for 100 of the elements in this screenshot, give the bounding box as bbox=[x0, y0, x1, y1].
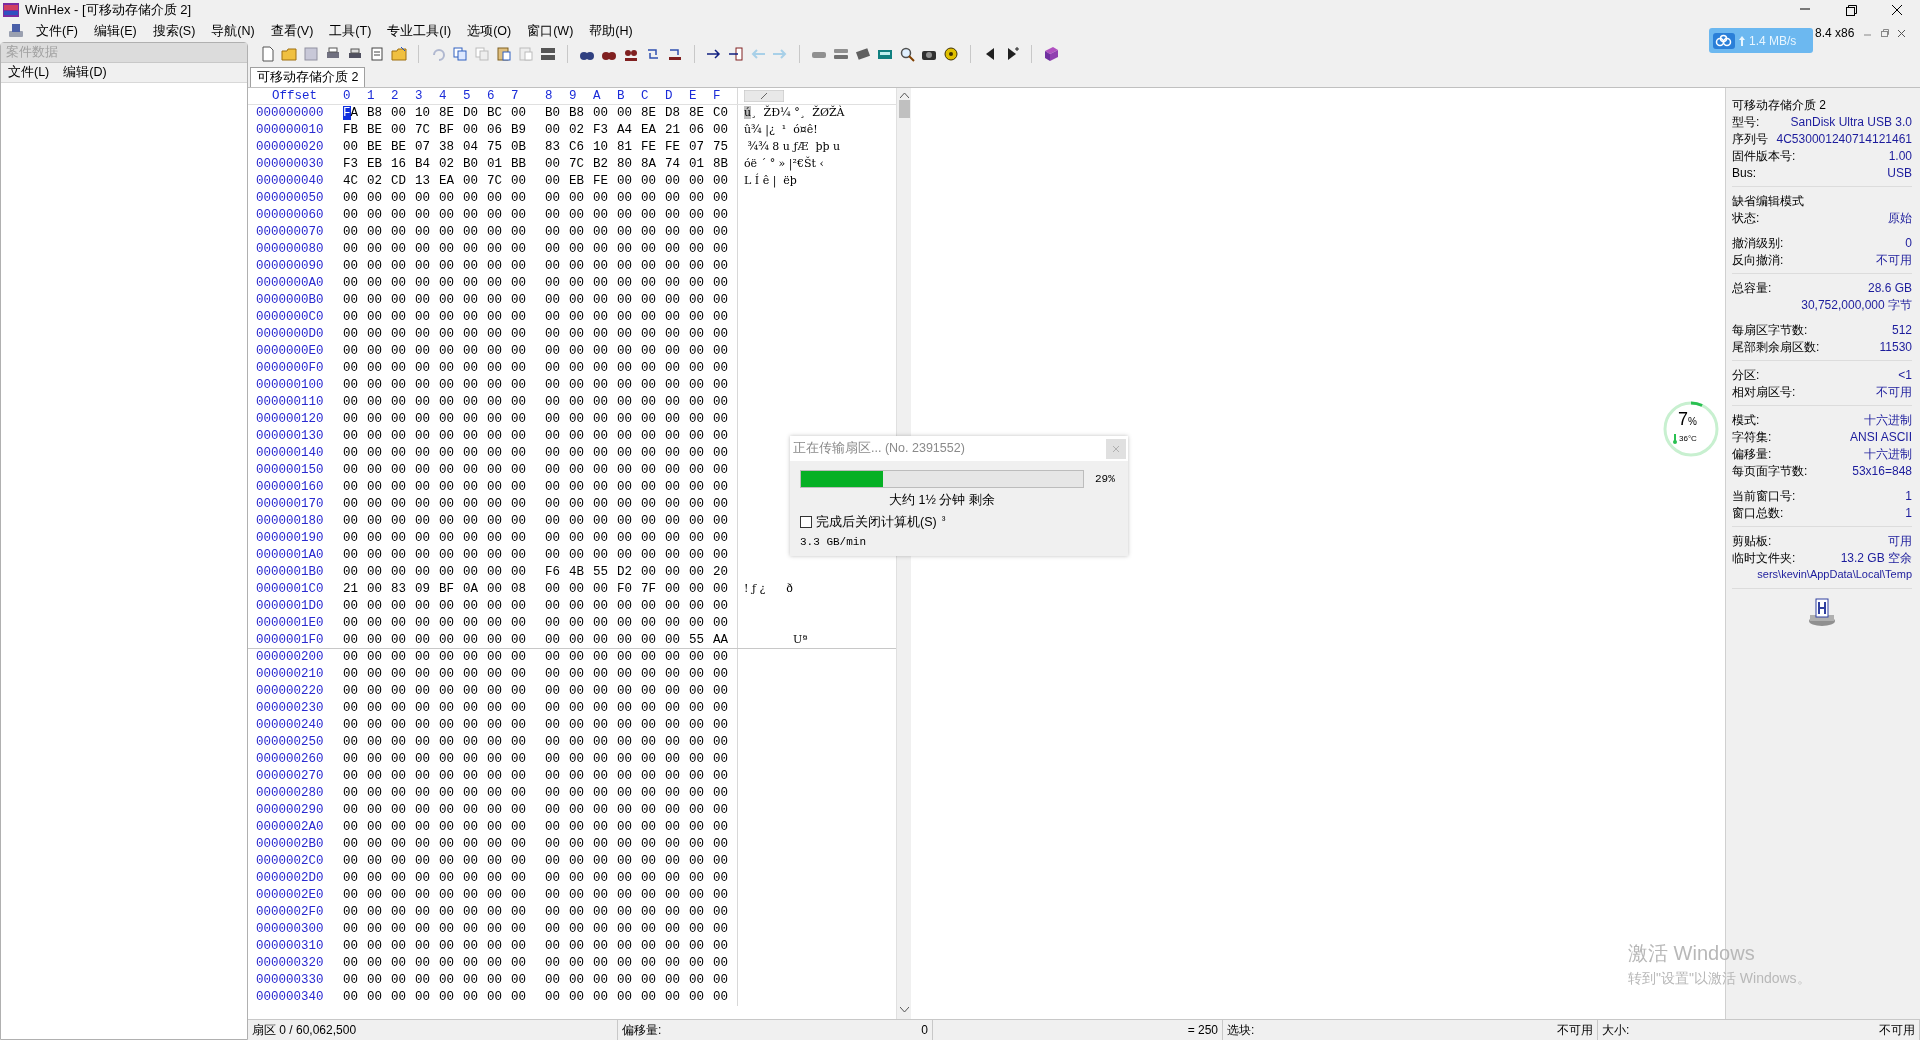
hex-byte[interactable]: 00 bbox=[569, 359, 593, 378]
hex-byte[interactable]: 00 bbox=[463, 886, 487, 905]
hex-byte[interactable]: 00 bbox=[367, 461, 391, 480]
hex-byte[interactable]: 00 bbox=[665, 359, 689, 378]
hex-byte[interactable]: 00 bbox=[439, 291, 463, 310]
hex-byte[interactable]: FE bbox=[641, 138, 665, 157]
hex-byte[interactable]: 00 bbox=[641, 529, 665, 548]
hex-byte[interactable]: 00 bbox=[593, 274, 617, 293]
hex-byte[interactable]: 00 bbox=[545, 801, 569, 820]
hex-byte[interactable]: 00 bbox=[343, 886, 367, 905]
hex-byte[interactable]: 00 bbox=[545, 614, 569, 633]
hex-byte[interactable]: 00 bbox=[545, 835, 569, 854]
hex-byte[interactable]: 00 bbox=[439, 869, 463, 888]
hex-byte[interactable]: 00 bbox=[439, 461, 463, 480]
hex-byte[interactable]: 00 bbox=[367, 954, 391, 973]
hex-byte[interactable]: 00 bbox=[665, 971, 689, 990]
hex-byte[interactable]: 00 bbox=[545, 189, 569, 208]
hex-byte[interactable]: 80 bbox=[617, 155, 641, 174]
hex-byte[interactable]: 00 bbox=[665, 240, 689, 259]
hex-byte[interactable]: 00 bbox=[511, 512, 535, 531]
hex-byte[interactable]: 00 bbox=[415, 325, 439, 344]
hex-byte[interactable]: 00 bbox=[569, 852, 593, 871]
hex-byte[interactable]: 00 bbox=[391, 937, 415, 956]
hex-byte[interactable]: 00 bbox=[617, 291, 641, 310]
hex-byte[interactable]: 00 bbox=[439, 733, 463, 752]
hex-byte[interactable]: 00 bbox=[569, 750, 593, 769]
hex-byte[interactable]: 00 bbox=[617, 699, 641, 718]
hex-byte[interactable]: 00 bbox=[689, 546, 713, 565]
hex-byte[interactable]: 00 bbox=[439, 767, 463, 786]
hex-byte[interactable]: 00 bbox=[463, 937, 487, 956]
hex-byte[interactable]: 00 bbox=[511, 274, 535, 293]
hex-byte[interactable]: 00 bbox=[617, 818, 641, 837]
hex-byte[interactable]: 00 bbox=[593, 546, 617, 565]
hex-byte[interactable]: 00 bbox=[463, 903, 487, 922]
hex-byte[interactable]: 00 bbox=[463, 206, 487, 225]
hex-byte[interactable]: 00 bbox=[511, 630, 535, 650]
hex-byte[interactable]: 00 bbox=[487, 359, 511, 378]
hex-byte[interactable]: 00 bbox=[689, 240, 713, 259]
hex-byte[interactable]: 00 bbox=[713, 852, 737, 871]
hex-byte[interactable]: 00 bbox=[593, 580, 617, 599]
hex-byte[interactable]: 00 bbox=[593, 630, 617, 650]
hex-byte[interactable]: 00 bbox=[391, 988, 415, 1007]
hex-byte[interactable]: 00 bbox=[343, 852, 367, 871]
hex-byte[interactable]: 00 bbox=[713, 410, 737, 429]
hex-byte[interactable]: 00 bbox=[415, 291, 439, 310]
hex-byte[interactable]: 00 bbox=[617, 614, 641, 633]
hex-byte[interactable]: 00 bbox=[713, 291, 737, 310]
hex-byte[interactable]: 00 bbox=[641, 733, 665, 752]
hex-byte[interactable]: 00 bbox=[367, 478, 391, 497]
hex-byte[interactable]: 00 bbox=[511, 427, 535, 446]
hex-byte[interactable]: 00 bbox=[391, 767, 415, 786]
hex-byte[interactable]: 00 bbox=[641, 597, 665, 616]
hex-byte[interactable]: 00 bbox=[713, 529, 737, 548]
hex-byte[interactable]: 00 bbox=[665, 852, 689, 871]
hex-byte[interactable]: 00 bbox=[545, 461, 569, 480]
hex-byte[interactable]: 00 bbox=[367, 393, 391, 412]
hex-byte[interactable]: 00 bbox=[511, 886, 535, 905]
hex-byte[interactable]: 00 bbox=[343, 869, 367, 888]
hex-byte[interactable]: 00 bbox=[343, 630, 367, 650]
hex-byte[interactable]: 00 bbox=[367, 630, 391, 650]
hex-byte[interactable]: 00 bbox=[391, 886, 415, 905]
hex-byte[interactable]: 00 bbox=[391, 308, 415, 327]
hex-byte[interactable]: 00 bbox=[367, 835, 391, 854]
hex-byte[interactable]: 00 bbox=[487, 410, 511, 429]
hex-byte[interactable]: 00 bbox=[713, 274, 737, 293]
hex-byte[interactable]: 00 bbox=[689, 563, 713, 582]
hex-byte[interactable]: 00 bbox=[665, 630, 689, 650]
hex-byte[interactable]: 00 bbox=[391, 393, 415, 412]
hex-byte[interactable]: 00 bbox=[439, 206, 463, 225]
hex-byte[interactable]: 00 bbox=[463, 240, 487, 259]
hex-byte[interactable]: 00 bbox=[391, 614, 415, 633]
hex-byte[interactable]: 00 bbox=[641, 648, 665, 667]
hex-byte[interactable]: EB bbox=[367, 155, 391, 174]
hex-byte[interactable]: 00 bbox=[415, 444, 439, 463]
hex-byte[interactable]: 00 bbox=[511, 614, 535, 633]
hex-byte[interactable]: 00 bbox=[713, 325, 737, 344]
hex-byte[interactable]: 75 bbox=[713, 138, 737, 157]
hex-byte[interactable]: 00 bbox=[343, 444, 367, 463]
hex-byte[interactable]: 55 bbox=[593, 563, 617, 582]
hex-byte[interactable]: 00 bbox=[343, 325, 367, 344]
hex-byte[interactable]: 00 bbox=[641, 393, 665, 412]
paste-icon[interactable] bbox=[496, 46, 512, 62]
hex-byte[interactable]: 00 bbox=[569, 512, 593, 531]
hex-byte[interactable]: 00 bbox=[463, 546, 487, 565]
hex-byte[interactable]: 00 bbox=[367, 988, 391, 1007]
hex-byte[interactable]: 00 bbox=[367, 308, 391, 327]
hex-byte[interactable]: 00 bbox=[569, 733, 593, 752]
hex-byte[interactable]: 00 bbox=[391, 597, 415, 616]
hex-byte[interactable]: 00 bbox=[617, 886, 641, 905]
hex-byte[interactable]: BE bbox=[391, 138, 415, 157]
hex-byte[interactable]: 00 bbox=[367, 563, 391, 582]
hex-byte[interactable]: 00 bbox=[641, 954, 665, 973]
hex-byte[interactable]: 00 bbox=[391, 240, 415, 259]
hex-byte[interactable]: 00 bbox=[665, 342, 689, 361]
hex-byte[interactable]: 02 bbox=[439, 155, 463, 174]
hex-byte[interactable]: 00 bbox=[665, 546, 689, 565]
hex-byte[interactable]: 00 bbox=[641, 903, 665, 922]
hex-byte[interactable]: 00 bbox=[415, 801, 439, 820]
hex-byte[interactable]: 00 bbox=[665, 920, 689, 939]
hex-byte[interactable]: 00 bbox=[415, 563, 439, 582]
